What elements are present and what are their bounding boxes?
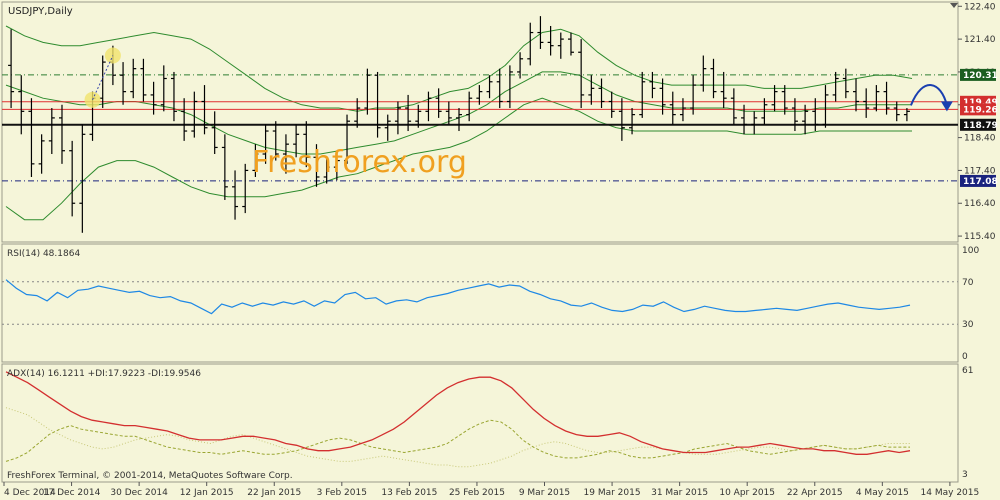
date-tick-label: 4 May 2015 xyxy=(856,488,909,498)
chart-symbol-title: USDJPY,Daily xyxy=(8,6,73,17)
date-tick-label: 25 Feb 2015 xyxy=(449,488,505,498)
date-tick-label: 3 Feb 2015 xyxy=(317,488,367,498)
level-tag-label: 117.08 xyxy=(963,177,998,187)
rsi-tick-label: 0 xyxy=(962,352,968,362)
price-tick-label: 116.40 xyxy=(964,199,996,209)
date-tick-label: 9 Mar 2015 xyxy=(519,488,570,498)
date-tick-label: 22 Jan 2015 xyxy=(247,488,301,498)
adx-tick-label: 3 xyxy=(962,470,968,480)
watermark: Freshforex.org xyxy=(252,145,467,180)
rsi-tick-label: 70 xyxy=(962,278,974,288)
level-tag-label: 120.31 xyxy=(963,71,998,81)
date-tick-label: 14 May 2015 xyxy=(921,488,980,498)
date-tick-label: 17 Dec 2014 xyxy=(43,488,101,498)
copyright-text: FreshForex Terminal, © 2001-2014, MetaQu… xyxy=(7,471,293,481)
rsi-tick-label: 30 xyxy=(962,320,974,330)
date-tick-label: 30 Dec 2014 xyxy=(110,488,168,498)
adx-tick-label: 61 xyxy=(962,366,973,376)
date-tick-label: 12 Jan 2015 xyxy=(180,488,234,498)
date-tick-label: 19 Mar 2015 xyxy=(584,488,641,498)
price-tick-label: 122.40 xyxy=(964,2,996,12)
date-tick-label: 31 Mar 2015 xyxy=(651,488,708,498)
price-tick-label: 115.40 xyxy=(964,232,996,242)
level-tag-label: 118.79 xyxy=(963,121,998,131)
rsi-label: RSI(14) 48.1864 xyxy=(7,249,80,259)
price-tick-label: 118.40 xyxy=(964,134,996,144)
price-tick-label: 121.40 xyxy=(964,35,996,45)
adx-label: ADX(14) 16.1211 +DI:17.9223 -DI:19.9546 xyxy=(7,369,201,379)
date-tick-label: 13 Feb 2015 xyxy=(381,488,437,498)
price-tick-label: 117.40 xyxy=(964,166,996,176)
date-tick-label: 10 Apr 2015 xyxy=(719,488,775,498)
date-tick-label: 22 Apr 2015 xyxy=(787,488,843,498)
level-tag-label: 119.26 xyxy=(963,105,998,115)
chart[interactable]: 122.40121.40120.40119.40118.40117.40116.… xyxy=(0,0,1000,500)
rsi-tick-label: 100 xyxy=(962,246,979,256)
highlight-marker xyxy=(104,47,121,64)
